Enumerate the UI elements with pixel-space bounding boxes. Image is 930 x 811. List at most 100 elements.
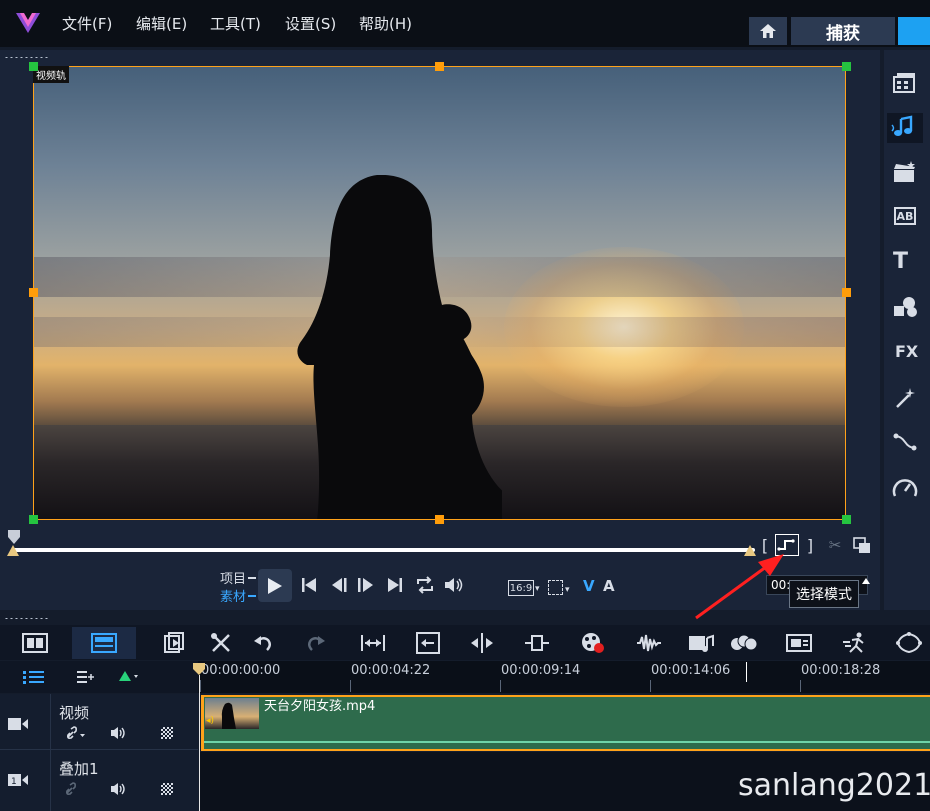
edge-handle-right[interactable] xyxy=(842,288,851,297)
ruler-label: 00:00:04:22 xyxy=(351,663,431,678)
previous-frame-icon[interactable] xyxy=(332,578,348,592)
clip-audio-line xyxy=(204,741,930,743)
split-icon[interactable] xyxy=(469,632,495,654)
undo-icon[interactable] xyxy=(253,633,273,653)
overlay-volume-icon[interactable] xyxy=(110,782,128,796)
edge-handle-bottom[interactable] xyxy=(435,515,444,524)
storyboard-view-icon[interactable] xyxy=(22,633,48,653)
ruler-tick xyxy=(800,680,801,692)
chapter-point-icon[interactable] xyxy=(118,670,140,684)
audio-library-button[interactable] xyxy=(887,113,923,143)
track-badge: 视频轨 xyxy=(33,66,69,83)
auto-music-icon[interactable] xyxy=(688,632,714,654)
ruler-label: 00:00:09:14 xyxy=(501,663,581,678)
timecode-up-icon[interactable] xyxy=(862,578,870,584)
menu-tools[interactable]: 工具(T) xyxy=(210,13,261,34)
media-library-icon[interactable] xyxy=(893,72,917,94)
mode-project[interactable]: 项目 xyxy=(220,568,246,587)
import-icon[interactable] xyxy=(163,632,185,654)
trim-start-marker[interactable] xyxy=(7,545,19,556)
volume-icon[interactable] xyxy=(444,576,464,594)
ruler-label: 00:00:18:28 xyxy=(801,663,881,678)
next-frame-icon[interactable] xyxy=(358,578,374,592)
ruler-label: 00:00:00:00 xyxy=(201,663,281,678)
corner-handle-bottom-left[interactable] xyxy=(29,515,38,524)
title-library-icon[interactable]: T xyxy=(893,249,908,274)
corner-handle-bottom-right[interactable] xyxy=(842,515,851,524)
timeline-grip[interactable] xyxy=(4,617,48,620)
video-track-icon[interactable] xyxy=(7,716,29,732)
instant-project-icon[interactable] xyxy=(893,161,917,183)
filter-library-button[interactable]: FX xyxy=(895,342,918,361)
menu-edit[interactable]: 编辑(E) xyxy=(136,13,187,34)
home-button[interactable] xyxy=(749,17,787,45)
edge-handle-top[interactable] xyxy=(435,62,444,71)
corner-handle-top-left[interactable] xyxy=(29,62,38,71)
path-motion-icon[interactable] xyxy=(893,432,917,452)
ruler-tick xyxy=(650,680,651,692)
scrub-bar[interactable] xyxy=(13,548,755,552)
motion-tracking-icon[interactable] xyxy=(842,632,868,654)
video-track-toggle[interactable]: V xyxy=(583,577,595,595)
track-header-video xyxy=(0,694,198,750)
ruler-tick xyxy=(200,680,201,692)
graphics-library-icon[interactable] xyxy=(893,296,919,318)
track-name-video: 视频 xyxy=(59,704,90,722)
tab-edit[interactable] xyxy=(898,17,930,45)
tools-icon[interactable] xyxy=(210,632,232,654)
overlay-transparency-icon[interactable] xyxy=(161,783,173,795)
tooltip-select-mode: 选择模式 xyxy=(789,580,859,608)
tab-capture[interactable]: 捕获 xyxy=(791,17,895,45)
link-icon-disabled[interactable] xyxy=(64,782,78,796)
menu-settings[interactable]: 设置(S) xyxy=(285,13,336,34)
trim-icon[interactable] xyxy=(524,632,550,654)
audio-track-toggle[interactable]: A xyxy=(603,577,615,595)
video-preview[interactable] xyxy=(33,66,846,520)
go-start-icon[interactable] xyxy=(302,578,316,592)
aspect-dropdown-icon[interactable]: ▾ xyxy=(535,584,540,594)
go-end-icon[interactable] xyxy=(388,578,402,592)
overlay-track-icon[interactable]: 1 xyxy=(7,772,29,788)
edge-handle-left[interactable] xyxy=(29,288,38,297)
track-name-overlay: 叠加1 xyxy=(59,760,99,778)
scrub-playhead[interactable] xyxy=(8,530,20,544)
mark-out-button[interactable]: ] xyxy=(804,536,816,555)
resize-mode-icon[interactable] xyxy=(548,580,563,595)
corner-handle-top-right[interactable] xyxy=(842,62,851,71)
aspect-ratio-button[interactable]: 16:9 xyxy=(508,580,534,596)
play-button[interactable] xyxy=(258,569,292,602)
girl-silhouette xyxy=(297,175,502,519)
menu-file[interactable]: 文件(F) xyxy=(62,13,112,34)
project-end-marker xyxy=(746,662,747,682)
magic-wand-icon[interactable] xyxy=(894,387,916,409)
transparency-icon[interactable] xyxy=(161,727,173,739)
menu-help[interactable]: 帮助(H) xyxy=(359,13,412,34)
mode-clip[interactable]: 素材 xyxy=(220,586,246,605)
track-manager-icon[interactable] xyxy=(23,669,45,685)
speed-gauge-icon[interactable] xyxy=(892,476,918,500)
ripple-edit-icon[interactable] xyxy=(416,632,440,654)
multicam-icon[interactable] xyxy=(730,632,758,654)
app-logo xyxy=(16,13,40,33)
svg-text:1: 1 xyxy=(11,777,17,787)
track-volume-icon[interactable] xyxy=(110,726,128,740)
scissors-icon[interactable]: ✂ xyxy=(825,535,845,555)
fit-timeline-icon[interactable] xyxy=(360,633,386,653)
panel-grip[interactable] xyxy=(4,56,48,59)
subtitle-editor-icon[interactable] xyxy=(786,632,812,654)
repeat-icon[interactable] xyxy=(415,576,435,594)
mode-clip-line xyxy=(248,595,256,597)
link-icon[interactable] xyxy=(64,726,86,740)
timeline-view-button[interactable] xyxy=(72,627,136,659)
enlarge-preview-icon[interactable] xyxy=(853,537,871,554)
resize-dropdown-icon[interactable]: ▾ xyxy=(565,585,570,595)
redo-icon[interactable] xyxy=(306,633,326,653)
audio-wave-icon[interactable] xyxy=(636,633,662,653)
mode-project-line xyxy=(248,577,256,579)
timeline-playhead[interactable] xyxy=(193,663,205,675)
transition-library-button[interactable]: AB xyxy=(894,207,916,225)
ruler-label: 00:00:14:06 xyxy=(651,663,731,678)
add-track-icon[interactable] xyxy=(76,669,96,685)
mask-creator-icon[interactable] xyxy=(896,632,922,654)
record-icon[interactable] xyxy=(581,632,605,654)
